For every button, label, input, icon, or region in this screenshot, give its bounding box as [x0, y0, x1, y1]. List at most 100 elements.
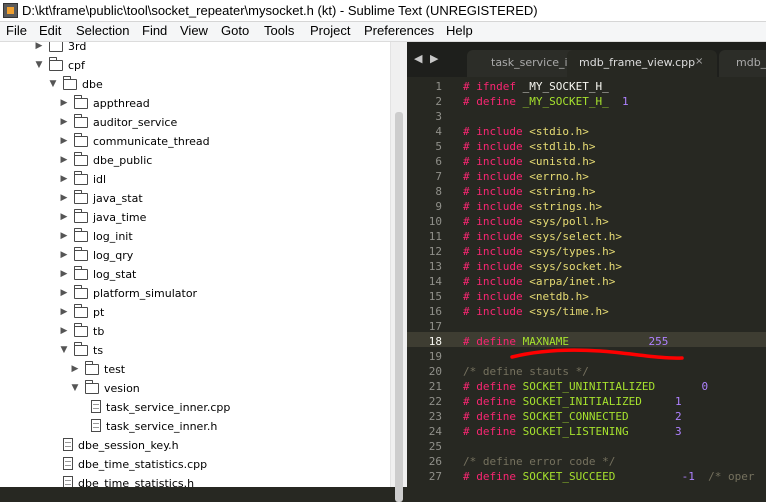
tree-file[interactable]: dbe_time_statistics.h: [0, 474, 390, 487]
code-line[interactable]: 21 # define SOCKET_UNINITIALIZED 0: [407, 379, 766, 394]
tree-folder[interactable]: ▼ cpf: [0, 56, 390, 75]
sidebar-scrollbar[interactable]: [390, 42, 407, 502]
tree-folder[interactable]: ▶ tb: [0, 322, 390, 341]
token-hdr: <netdb.h>: [529, 290, 589, 303]
code-line[interactable]: 11 # include <sys/select.h>: [407, 229, 766, 244]
code-line[interactable]: 4 # include <stdio.h>: [407, 124, 766, 139]
token-ws: [629, 425, 675, 438]
menu-preferences[interactable]: Preferences: [364, 23, 434, 38]
code-line[interactable]: 22 # define SOCKET_INITIALIZED 1: [407, 394, 766, 409]
code-line[interactable]: 14 # include <arpa/inet.h>: [407, 274, 766, 289]
expand-arrow-icon[interactable]: ▶: [59, 303, 69, 322]
expand-arrow-icon[interactable]: ▶: [59, 132, 69, 151]
tree-folder[interactable]: ▶ log_init: [0, 227, 390, 246]
token-num: 3: [674, 425, 682, 438]
expand-arrow-icon[interactable]: ▶: [59, 265, 69, 284]
tree-file[interactable]: task_service_inner.cpp: [0, 398, 390, 417]
expand-arrow-icon[interactable]: ▶: [70, 360, 80, 379]
folder-open-icon: [63, 76, 77, 90]
menu-file[interactable]: File: [6, 23, 27, 38]
expand-arrow-icon[interactable]: ▶: [59, 284, 69, 303]
code-line[interactable]: 16 # include <sys/time.h>: [407, 304, 766, 319]
line-number: 22: [428, 395, 442, 408]
code-editor[interactable]: 1 # ifndef _MY_SOCKET_H_ 2 # define _MY_SOC…: [407, 77, 766, 487]
code-line[interactable]: 27 # define SOCKET_SUCCEED -1 /* oper: [407, 469, 766, 484]
tree-folder[interactable]: ▶ test: [0, 360, 390, 379]
code-line[interactable]: 15 # include <netdb.h>: [407, 289, 766, 304]
code-line[interactable]: 12 # include <sys/types.h>: [407, 244, 766, 259]
code-line[interactable]: 2 # define _MY_SOCKET_H_ 1: [407, 94, 766, 109]
tree-folder[interactable]: ▶ communicate_thread: [0, 132, 390, 151]
tree-folder[interactable]: ▶ auditor_service: [0, 113, 390, 132]
token-ws: [695, 470, 708, 483]
code-line[interactable]: 8 # include <string.h>: [407, 184, 766, 199]
expand-arrow-icon[interactable]: ▶: [59, 189, 69, 208]
code-line[interactable]: 13 # include <sys/socket.h>: [407, 259, 766, 274]
expand-arrow-icon[interactable]: ▶: [34, 42, 44, 56]
token-hash: #: [463, 425, 477, 438]
menu-edit[interactable]: Edit: [39, 23, 61, 38]
tree-folder[interactable]: ▶ idl: [0, 170, 390, 189]
tree-file[interactable]: dbe_time_statistics.cpp: [0, 455, 390, 474]
tree-folder[interactable]: ▼ vesion: [0, 379, 390, 398]
tab-mdb-overflow[interactable]: mdb_: [719, 50, 766, 77]
tab-next-icon[interactable]: ▶: [430, 52, 438, 65]
tree-folder[interactable]: ▶ appthread: [0, 94, 390, 113]
tree-folder[interactable]: ▼ dbe: [0, 75, 390, 94]
code-line[interactable]: 26 /* define error code */: [407, 454, 766, 469]
menu-tools[interactable]: Tools: [264, 23, 294, 38]
collapse-arrow-icon[interactable]: ▼: [70, 379, 80, 398]
code-text: # include <netdb.h>: [463, 289, 589, 304]
tree-file[interactable]: dbe_session_key.h: [0, 436, 390, 455]
menu-goto[interactable]: Goto: [221, 23, 249, 38]
code-line[interactable]: 7 # include <errno.h>: [407, 169, 766, 184]
expand-arrow-icon[interactable]: ▶: [59, 322, 69, 341]
tree-file[interactable]: task_service_inner.h: [0, 417, 390, 436]
code-line[interactable]: 10 # include <sys/poll.h>: [407, 214, 766, 229]
tree-folder[interactable]: ▼ ts: [0, 341, 390, 360]
tab-close-icon[interactable]: ×: [695, 56, 703, 67]
tree-folder[interactable]: ▶ log_stat: [0, 265, 390, 284]
code-line[interactable]: 24 # define SOCKET_LISTENING 3: [407, 424, 766, 439]
expand-arrow-icon[interactable]: ▶: [59, 113, 69, 132]
tree-folder[interactable]: ▶ dbe_public: [0, 151, 390, 170]
tree-folder[interactable]: ▶ pt: [0, 303, 390, 322]
code-line[interactable]: 6 # include <unistd.h>: [407, 154, 766, 169]
expand-arrow-icon[interactable]: ▶: [59, 151, 69, 170]
code-line[interactable]: 9 # include <strings.h>: [407, 199, 766, 214]
menu-project[interactable]: Project: [310, 23, 350, 38]
scrollbar-thumb[interactable]: [395, 112, 403, 502]
expand-arrow-icon[interactable]: ▶: [59, 94, 69, 113]
menu-selection[interactable]: Selection: [76, 23, 129, 38]
expand-arrow-icon[interactable]: ▶: [59, 246, 69, 265]
code-line[interactable]: 23 # define SOCKET_CONNECTED 2: [407, 409, 766, 424]
tree-folder[interactable]: ▶ java_stat: [0, 189, 390, 208]
tab-task-service-inner[interactable]: task_service_in: [467, 50, 579, 77]
menu-view[interactable]: View: [180, 23, 208, 38]
collapse-arrow-icon[interactable]: ▼: [34, 56, 44, 75]
menu-find[interactable]: Find: [142, 23, 167, 38]
code-line[interactable]: 25: [407, 439, 766, 454]
tab-mdb-frame-view[interactable]: mdb_frame_view.cpp ×: [567, 50, 717, 77]
token-kw: define: [476, 410, 516, 423]
expand-arrow-icon[interactable]: ▶: [59, 227, 69, 246]
token-hash: #: [463, 380, 477, 393]
code-line[interactable]: 1 # ifndef _MY_SOCKET_H_: [407, 79, 766, 94]
folder-icon: [74, 114, 88, 128]
code-line[interactable]: 5 # include <stdlib.h>: [407, 139, 766, 154]
code-line[interactable]: 3: [407, 109, 766, 124]
tab-prev-icon[interactable]: ◀: [414, 52, 422, 65]
tree-folder[interactable]: ▶ java_time: [0, 208, 390, 227]
expand-arrow-icon[interactable]: ▶: [59, 208, 69, 227]
code-line[interactable]: 17: [407, 319, 766, 334]
tree-item-label: java_stat: [93, 192, 143, 205]
collapse-arrow-icon[interactable]: ▼: [59, 341, 69, 360]
tree-folder[interactable]: ▶ platform_simulator: [0, 284, 390, 303]
expand-arrow-icon[interactable]: ▶: [59, 170, 69, 189]
menu-help[interactable]: Help: [446, 23, 473, 38]
collapse-arrow-icon[interactable]: ▼: [48, 75, 58, 94]
tree-folder[interactable]: ▶ log_qry: [0, 246, 390, 265]
code-line[interactable]: 20 /* define stauts */: [407, 364, 766, 379]
sublime-app-icon: [3, 3, 18, 18]
tree-folder[interactable]: ▶ 3rd: [0, 42, 390, 56]
